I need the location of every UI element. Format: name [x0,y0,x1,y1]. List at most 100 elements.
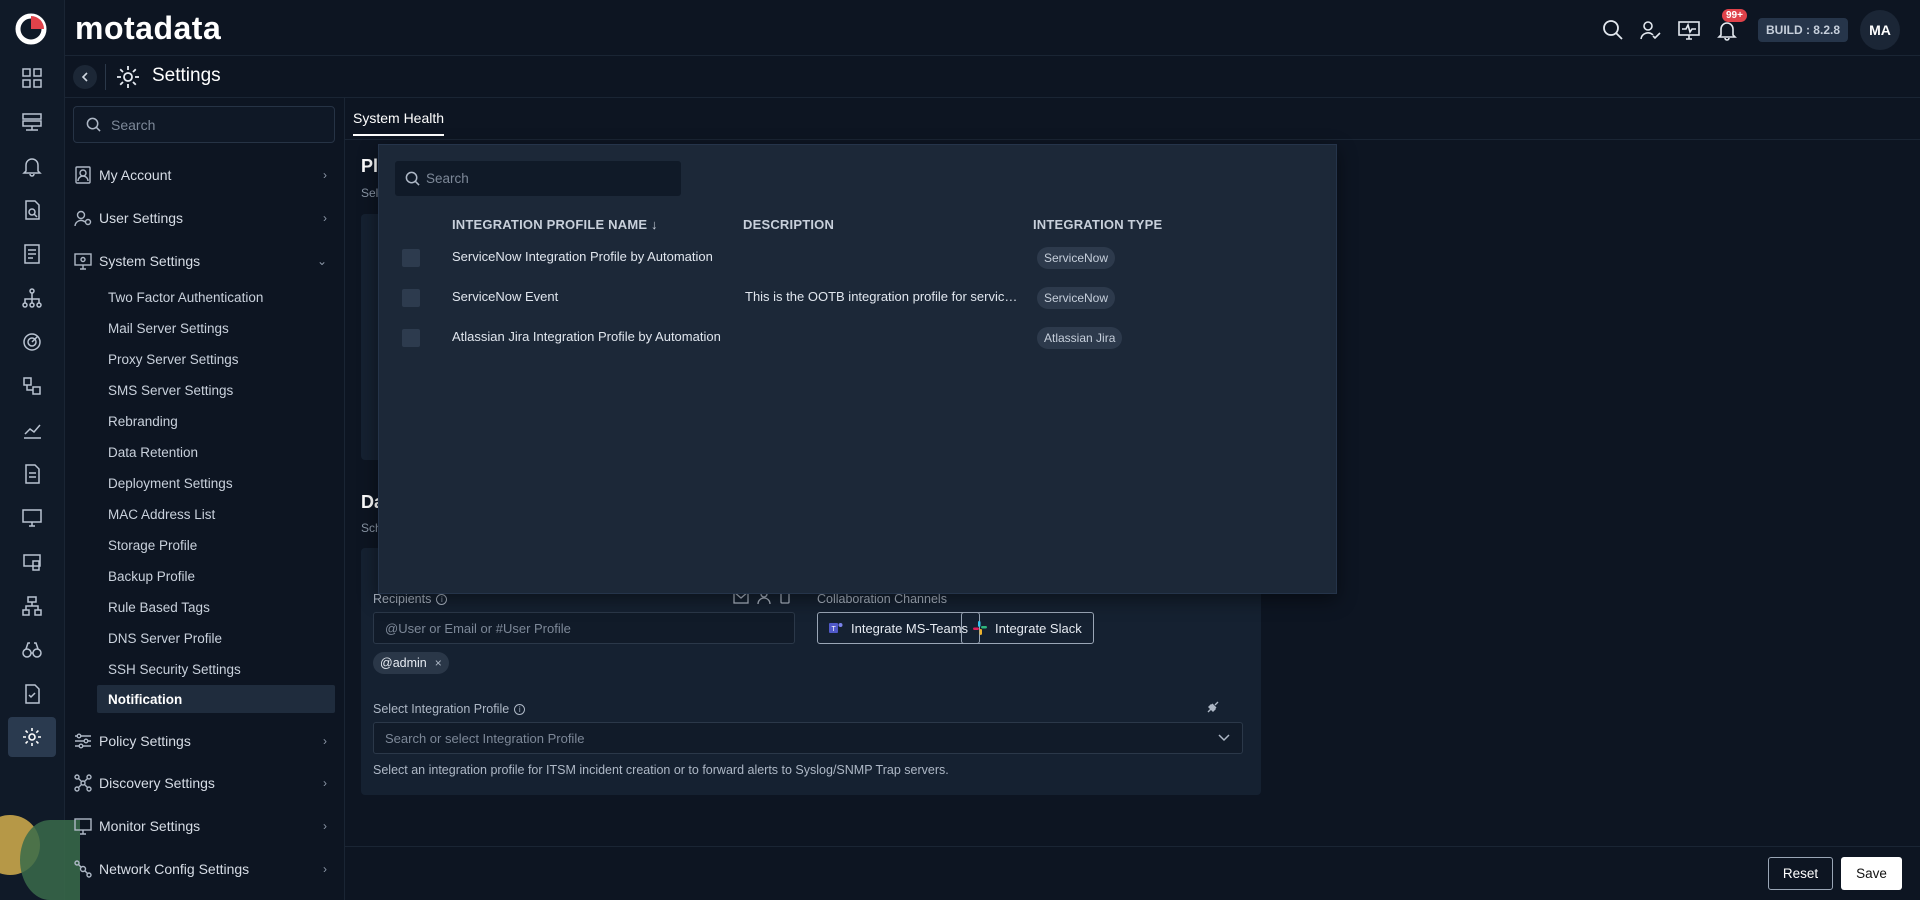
sidebar-item-notification[interactable]: Notification [97,685,335,713]
sidebar-item-mail-server[interactable]: Mail Server Settings [108,314,338,342]
sidebar-item-proxy-server[interactable]: Proxy Server Settings [108,345,338,373]
sidebar-item-sms-server[interactable]: SMS Server Settings [108,376,338,404]
integrate-teams-label: Integrate MS-Teams [851,620,969,636]
nav-group-label: Policy Settings [99,733,191,749]
sidebar-item-storage-profile[interactable]: Storage Profile [108,531,338,559]
avatar[interactable]: MA [1860,10,1900,50]
top-header: motadata 99+ BUILD : 8.2.8 MA [65,0,1920,56]
brand-name: motadata [75,10,222,46]
sidebar-item-rebranding[interactable]: Rebranding [108,407,338,435]
binoculars-icon[interactable] [18,636,46,664]
nav-group-network-config[interactable]: Network Config Settings › [73,854,335,884]
column-header-name[interactable]: INTEGRATION PROFILE NAME ↓ [452,217,658,232]
recipient-chip-label: @admin [380,656,427,670]
chevron-left-icon [81,72,88,82]
chevron-right-icon: › [323,862,327,876]
monitor-icon [73,816,93,836]
monitor-pulse-icon[interactable] [1676,17,1702,43]
network-icon [73,773,93,793]
user-check-icon[interactable] [1638,17,1664,43]
row-checkbox[interactable] [402,249,420,267]
column-header-description[interactable]: DESCRIPTION [743,217,834,232]
motadata-logo-icon [15,13,47,45]
topology-icon[interactable] [18,284,46,312]
header-actions: 99+ BUILD : 8.2.8 MA [1600,9,1900,50]
radar-icon[interactable] [18,328,46,356]
report-icon[interactable] [18,240,46,268]
table-row[interactable]: ServiceNow Integration Profile by Automa… [379,238,1336,278]
search-doc-icon[interactable] [18,196,46,224]
recipients-input[interactable]: @User or Email or #User Profile [373,612,795,644]
device-icon[interactable] [18,548,46,576]
chevron-right-icon: › [323,168,327,182]
back-button[interactable] [73,65,97,89]
nav-group-label: Monitor Settings [99,818,201,834]
section-subtitle: Sel [361,186,379,200]
row-checkbox[interactable] [402,329,420,347]
recipients-label: Recipients i [373,592,448,606]
integration-help-text: Select an integration profile for ITSM i… [373,763,949,777]
integration-profile-label: Select Integration Profile i [373,702,526,716]
notification-bell-icon[interactable]: 99+ [1714,9,1747,43]
integration-type-badge: ServiceNow [1037,247,1116,269]
chevron-right-icon: › [323,211,327,225]
table-row[interactable]: ServiceNow Event This is the OOTB integr… [379,278,1336,318]
user-gear-icon [73,208,93,228]
sidebar-search-input[interactable] [111,116,311,133]
sidebar-search[interactable] [73,106,335,143]
sidebar-item-data-retention[interactable]: Data Retention [108,438,338,466]
sidebar-item-rule-based-tags[interactable]: Rule Based Tags [108,593,338,621]
hierarchy-icon[interactable] [18,592,46,620]
reset-button[interactable]: Reset [1768,857,1833,890]
sidebar-item-dns-server[interactable]: DNS Server Profile [108,624,338,652]
metric-chart-icon[interactable] [18,416,46,444]
chevron-right-icon: › [323,734,327,748]
search-icon[interactable] [1600,17,1626,43]
nav-group-user-settings[interactable]: User Settings › [73,203,335,233]
sidebar-item-backup-profile[interactable]: Backup Profile [108,562,338,590]
chevron-down-icon: ⌄ [316,254,327,268]
sidebar-item-mac-address[interactable]: MAC Address List [108,500,338,528]
integrate-slack-button[interactable]: Integrate Slack [961,612,1094,644]
server-icon[interactable] [18,108,46,136]
checklist-icon[interactable] [18,680,46,708]
nav-group-label: User Settings [99,210,184,226]
collaboration-label: Collaboration Channels [817,592,947,606]
integration-profile-label-text: Select Integration Profile [373,702,510,716]
nav-group-policy-settings[interactable]: Policy Settings › [73,726,335,756]
settings-gear-icon[interactable] [8,717,56,757]
integration-profile-select[interactable]: Search or select Integration Profile [373,722,1243,754]
table-row[interactable]: Atlassian Jira Integration Profile by Au… [379,318,1336,358]
sidebar-item-deployment[interactable]: Deployment Settings [108,469,338,497]
plug-link-icon[interactable] [1205,699,1221,715]
nav-group-my-account[interactable]: My Account › [73,160,335,190]
dropdown-search[interactable] [395,161,681,196]
save-button[interactable]: Save [1841,857,1902,890]
network-config-icon [73,859,93,879]
sidebar-item-ssh-security[interactable]: SSH Security Settings [108,655,338,683]
page-header: Settings [65,56,1920,98]
integrate-teams-button[interactable]: T Integrate MS-Teams [817,612,981,644]
monitor-icon[interactable] [18,504,46,532]
row-checkbox[interactable] [402,289,420,307]
dashboard-icon[interactable] [18,64,46,92]
profile-name: Atlassian Jira Integration Profile by Au… [452,329,721,344]
close-icon[interactable]: × [435,656,442,670]
info-icon[interactable]: i [514,703,526,715]
column-header-type[interactable]: INTEGRATION TYPE [1033,217,1162,232]
nav-group-monitor-settings[interactable]: Monitor Settings › [73,811,335,841]
flow-icon[interactable] [18,372,46,400]
recipients-label-text: Recipients [373,592,432,606]
integration-type-badge: Atlassian Jira [1037,327,1123,349]
profile-name: ServiceNow Integration Profile by Automa… [452,249,713,264]
nav-group-system-settings[interactable]: System Settings ⌄ [73,246,335,276]
bell-icon[interactable] [18,152,46,180]
document-icon[interactable] [18,460,46,488]
slack-icon [973,621,987,635]
sidebar-item-two-factor[interactable]: Two Factor Authentication [108,283,338,311]
tab-system-health[interactable]: System Health [353,110,445,136]
integration-profile-dropdown: INTEGRATION PROFILE NAME ↓ DESCRIPTION I… [378,144,1337,594]
nav-group-discovery-settings[interactable]: Discovery Settings › [73,768,335,798]
info-icon[interactable]: i [436,593,448,605]
dropdown-search-input[interactable] [426,171,676,186]
